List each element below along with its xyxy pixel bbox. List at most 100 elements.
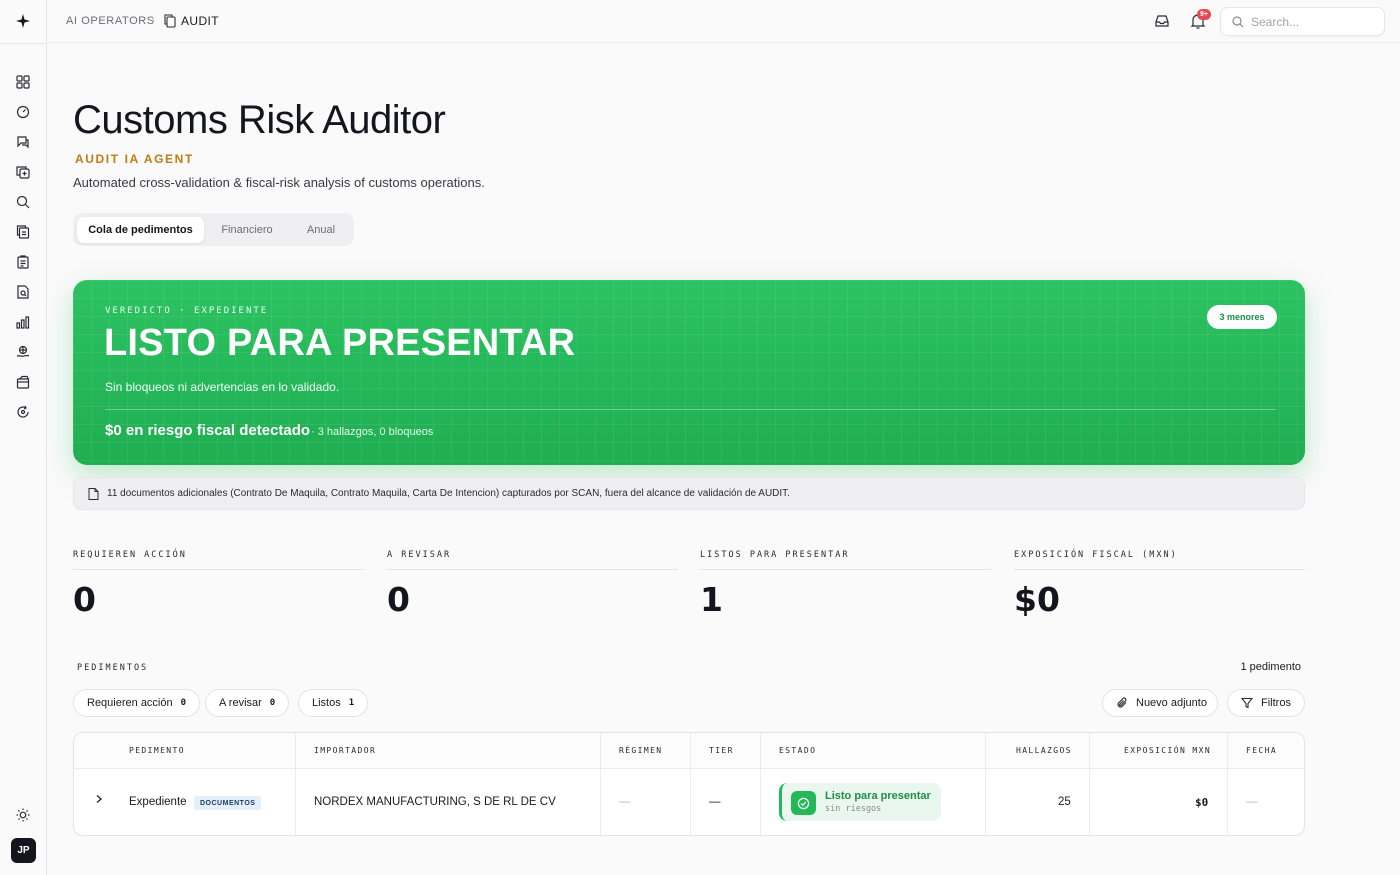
bar-chart-icon[interactable]	[15, 314, 31, 330]
chip-label: Requieren acción	[87, 697, 173, 709]
status-badge: Listo para presentar sin riesgos	[779, 783, 941, 821]
chip-count: 1	[348, 698, 355, 708]
column-header-hallazgos[interactable]: HALLAZGOS	[1016, 746, 1072, 755]
file-search-icon[interactable]	[15, 284, 31, 300]
topbar: AI OPERATORS › AUDIT 9+	[47, 0, 1400, 43]
filter-chip-a-revisar[interactable]: A revisar 0	[205, 689, 290, 717]
column-header-tier[interactable]: TIER	[709, 746, 734, 755]
page-subtitle: AUDIT IA AGENT	[75, 152, 194, 166]
check-circle-icon	[791, 791, 816, 815]
filter-icon	[1241, 697, 1253, 709]
chip-label: Listos	[312, 697, 341, 709]
tab-bar: Cola de pedimentos Financiero Anual	[73, 213, 354, 246]
cell-exposicion: $0	[1195, 796, 1209, 809]
stat-divider	[387, 569, 678, 570]
page-title: Customs Risk Auditor	[73, 98, 446, 142]
documents-tag: DOCUMENTOS	[194, 796, 262, 810]
avatar[interactable]: JP	[11, 838, 36, 863]
column-divider	[690, 733, 691, 835]
verdict-meta: · 3 hallazgos, 0 bloqueos	[311, 426, 434, 438]
filters-button[interactable]: Filtros	[1227, 689, 1305, 717]
stat-label: REQUIEREN ACCIÓN	[73, 550, 187, 560]
column-divider	[760, 733, 761, 835]
column-header-regimen[interactable]: RÉGIMEN	[619, 746, 663, 755]
cell-pedimento[interactable]: Expediente	[129, 796, 187, 808]
verdict-card: VEREDICTO · EXPEDIENTE LISTO PARA PRESEN…	[73, 280, 1305, 465]
page-description: Automated cross-validation & fiscal-risk…	[73, 175, 485, 190]
column-header-exposicion[interactable]: EXPOSICIÓN MXN	[1124, 746, 1211, 755]
documents-icon[interactable]	[15, 224, 31, 240]
stat-value: 0	[387, 580, 410, 619]
column-divider	[985, 733, 986, 835]
status-title: Listo para presentar	[825, 790, 931, 802]
chat-icon[interactable]	[15, 134, 31, 150]
stat-value: 1	[700, 580, 723, 619]
chevron-right-icon[interactable]	[94, 794, 104, 804]
section-label: PEDIMENTOS	[77, 663, 149, 673]
stat-exposicion-fiscal: EXPOSICIÓN FISCAL (MXN) $0	[1014, 550, 1305, 619]
chip-label: A revisar	[219, 697, 262, 709]
chip-count: 0	[180, 698, 187, 708]
column-header-importador[interactable]: IMPORTADOR	[314, 746, 376, 755]
new-attachment-label: Nuevo adjunto	[1136, 697, 1207, 709]
cell-fecha: —	[1246, 796, 1258, 808]
refresh-icon[interactable]	[15, 404, 31, 420]
notice-text: 11 documentos adicionales (Contrato De M…	[107, 488, 790, 499]
filter-chip-requieren-accion[interactable]: Requieren acción 0	[73, 689, 201, 717]
inbox-icon[interactable]	[1154, 13, 1170, 29]
breadcrumb-parent[interactable]: AI OPERATORS	[66, 15, 155, 27]
minor-findings-pill[interactable]: 3 menores	[1207, 305, 1277, 329]
column-divider	[1089, 733, 1090, 835]
tab-cola-de-pedimentos[interactable]: Cola de pedimentos	[77, 217, 204, 243]
search-icon	[1232, 16, 1244, 28]
copy-plus-icon[interactable]	[15, 164, 31, 180]
document-stack-icon	[164, 14, 176, 28]
breadcrumb-current: AUDIT	[181, 14, 219, 28]
stat-listos-para-presentar: LISTOS PARA PRESENTAR 1	[700, 550, 991, 619]
gauge-icon[interactable]	[15, 104, 31, 120]
file-icon	[88, 488, 99, 500]
filters-label: Filtros	[1261, 697, 1291, 709]
search-doc-icon[interactable]	[15, 194, 31, 210]
cell-tier: —	[709, 796, 721, 808]
stat-requieren-accion: REQUIEREN ACCIÓN 0	[73, 550, 364, 619]
cell-importador: NORDEX MANUFACTURING, S DE RL DE CV	[314, 796, 556, 808]
tab-anual[interactable]: Anual	[291, 217, 351, 243]
column-header-fecha[interactable]: FECHA	[1246, 746, 1277, 755]
column-divider	[1227, 733, 1228, 835]
stat-divider	[73, 569, 364, 570]
search-box[interactable]	[1220, 7, 1385, 36]
stat-label: EXPOSICIÓN FISCAL (MXN)	[1014, 550, 1178, 560]
pedimento-count: 1 pedimento	[1240, 661, 1301, 673]
sidebar: JP	[0, 0, 47, 875]
table-header: PEDIMENTO IMPORTADOR RÉGIMEN TIER ESTADO…	[74, 733, 1304, 769]
dashboard-icon[interactable]	[15, 74, 31, 90]
column-header-pedimento[interactable]: PEDIMENTO	[129, 746, 185, 755]
cell-hallazgos: 25	[1058, 796, 1071, 808]
paperclip-icon	[1117, 697, 1127, 708]
column-header-estado[interactable]: ESTADO	[779, 746, 816, 755]
tab-financiero[interactable]: Financiero	[207, 217, 287, 243]
search-input[interactable]	[1251, 13, 1379, 31]
stat-a-revisar: A REVISAR 0	[387, 550, 678, 619]
stat-value: $0	[1014, 580, 1060, 619]
new-attachment-button[interactable]: Nuevo adjunto	[1102, 689, 1218, 717]
notice-banner: 11 documentos adicionales (Contrato De M…	[73, 477, 1305, 510]
sidebar-divider	[0, 43, 47, 44]
pedimentos-table: PEDIMENTO IMPORTADOR RÉGIMEN TIER ESTADO…	[73, 732, 1305, 836]
logo-icon[interactable]	[14, 12, 32, 30]
filter-chip-listos[interactable]: Listos 1	[298, 689, 369, 717]
verdict-title: LISTO PARA PRESENTAR	[104, 322, 576, 364]
stat-divider	[1014, 569, 1305, 570]
status-subtitle: sin riesgos	[825, 804, 882, 814]
notification-badge: 9+	[1197, 9, 1211, 20]
verdict-divider	[105, 409, 1276, 410]
chip-count: 0	[269, 698, 276, 708]
package-icon[interactable]	[15, 374, 31, 390]
sun-icon[interactable]	[15, 807, 31, 823]
column-divider	[295, 733, 296, 835]
verdict-text: Sin bloqueos ni advertencias en lo valid…	[105, 380, 340, 394]
verdict-eyebrow: VEREDICTO · EXPEDIENTE	[105, 306, 269, 316]
globe-hand-icon[interactable]	[15, 344, 31, 360]
clipboard-icon[interactable]	[15, 254, 31, 270]
